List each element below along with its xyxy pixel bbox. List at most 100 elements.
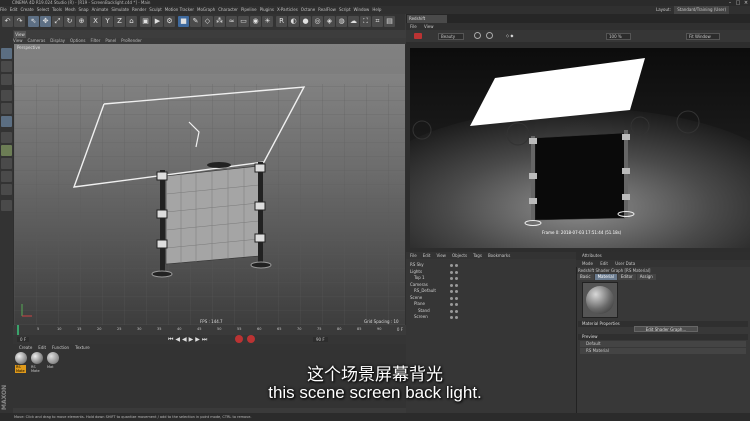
redshift-renderview-icon[interactable]: ▤ [384,16,395,27]
last-tool-icon[interactable]: ⊕ [76,16,87,27]
menu-mesh[interactable]: Mesh [65,6,76,14]
array-icon[interactable]: ⁂ [214,16,225,27]
tweak-mode-icon[interactable] [1,145,12,156]
snapshot-icon[interactable]: ◇ ◆ [506,33,513,38]
snap-icon[interactable] [1,200,12,211]
tab-basic[interactable]: Basic [577,274,594,280]
object-visibility-dots[interactable] [450,315,460,321]
redshift-camera-icon[interactable]: ◎ [312,16,323,27]
current-frame-field[interactable]: 0 F [17,337,30,342]
redshift-sky-icon[interactable]: ☁ [348,16,359,27]
om-menu-bookmarks[interactable]: Bookmarks [488,253,510,258]
points-mode-icon[interactable] [1,90,12,101]
object-row[interactable]: RS_Default [408,288,574,294]
attr-row-rs-material[interactable]: RS Material [580,348,746,354]
undo-icon[interactable]: ↶ [2,16,13,27]
viewport-solo-icon[interactable] [1,158,12,169]
model-mode-icon[interactable] [1,48,12,59]
render-view-tab[interactable]: Redshift RenderView [407,15,447,29]
aov-select[interactable]: Beauty [438,33,465,40]
object-row[interactable]: Scene [408,295,574,301]
menu-snap[interactable]: Snap [78,6,88,14]
redshift-icon[interactable]: R [276,16,287,27]
y-axis-icon[interactable]: Y [102,16,113,27]
zoom-field[interactable]: 100 % [606,33,631,40]
menu-create[interactable]: Create [20,6,33,14]
color-picker-icon[interactable] [474,32,481,39]
cube-icon[interactable]: ■ [178,16,189,27]
redshift-tag-icon[interactable]: ⌗ [372,16,383,27]
menu-simulate[interactable]: Simulate [111,6,129,14]
attr-row-default[interactable]: Default [580,341,746,347]
x-axis-icon[interactable]: X [90,16,101,27]
menu-tools[interactable]: Tools [52,6,62,14]
om-menu-view[interactable]: View [436,253,446,258]
attr-menu-userdata[interactable]: User Data [615,261,635,266]
object-row[interactable]: RS Sky [408,262,574,268]
material-menu-texture[interactable]: Texture [75,345,90,350]
workplane-mode-icon[interactable] [1,74,12,85]
redshift-light-icon[interactable]: ◐ [288,16,299,27]
live-select-icon[interactable]: ⇖ [28,16,39,27]
autokey-icon[interactable] [247,335,255,343]
record-icon[interactable] [235,335,243,343]
om-menu-tags[interactable]: Tags [473,253,482,258]
menu-edit[interactable]: Edit [10,6,18,14]
material-menu-edit[interactable]: Edit [38,345,46,350]
coordinate-system-icon[interactable]: ⌂ [126,16,137,27]
viewport-menu-filter[interactable]: Filter [90,38,100,43]
object-row[interactable]: Plane [408,301,574,307]
z-axis-icon[interactable]: Z [114,16,125,27]
enable-axis-icon[interactable] [1,132,12,143]
fit-select[interactable]: Fit Window [686,33,720,40]
rotate-tool-icon[interactable]: ↻ [64,16,75,27]
viewport-tab[interactable]: View [14,31,26,38]
viewport-menu-panel[interactable]: Panel [105,38,116,43]
deformer-icon[interactable]: ≈ [226,16,237,27]
subdivision-icon[interactable]: ◇ [202,16,213,27]
menu-plugins[interactable]: Plugins [260,6,274,14]
menu-motion-tracker[interactable]: Motion Tracker [165,6,194,14]
menu-sculpt[interactable]: Sculpt [149,6,162,14]
menu-octane[interactable]: Octane [301,6,315,14]
redshift-proxy-icon[interactable]: ◈ [324,16,335,27]
object-row[interactable]: Cameras [408,282,574,288]
viewport-menu-view[interactable]: View [13,38,23,43]
light-icon[interactable]: ☀ [262,16,273,27]
object-row[interactable]: Top 1 [408,275,574,281]
rv-menu-file[interactable]: File [410,24,417,29]
texture-mode-icon[interactable] [1,61,12,72]
camera-icon[interactable]: ◉ [250,16,261,27]
menu-render[interactable]: Render [132,6,146,14]
floor-icon[interactable]: ▭ [238,16,249,27]
playback-controls[interactable]: ⏮◀◀▶▶⏭ [168,336,209,344]
om-menu-edit[interactable]: Edit [423,253,431,258]
menu-x-particles[interactable]: X-Particles [277,6,298,14]
render-settings-icon[interactable]: ⚙ [164,16,175,27]
menu-window[interactable]: Window [354,6,370,14]
timeline[interactable]: 051015202530354045505560657075808590 0 F [13,325,406,335]
render-image[interactable]: Frame 0: 2018-07-03 17:51:44 (51.18s) [410,48,750,248]
scale-tool-icon[interactable]: ⤢ [52,16,63,27]
render-view-icon[interactable]: ▣ [140,16,151,27]
viewport-menu-display[interactable]: Display [50,38,65,43]
render-start-icon[interactable] [414,33,422,39]
menu-select[interactable]: Select [37,6,49,14]
rv-menu-view[interactable]: View [424,24,434,29]
locked-workplane-icon[interactable] [1,171,12,182]
exposure-icon[interactable] [486,32,493,39]
object-row[interactable]: Lights [408,269,574,275]
menu-help[interactable]: Help [372,6,381,14]
redo-icon[interactable]: ↷ [14,16,25,27]
menu-character[interactable]: Character [218,6,238,14]
edges-mode-icon[interactable] [1,103,12,114]
tab-editor[interactable]: Editor [617,274,636,280]
tab-assign[interactable]: Assign [636,274,656,280]
edit-shader-graph-button[interactable]: Edit Shader Graph... [634,326,698,332]
menu-realflow[interactable]: RealFlow [318,6,336,14]
om-menu-file[interactable]: File [410,253,417,258]
tab-material[interactable]: Material [594,274,617,280]
attr-menu-edit[interactable]: Edit [600,261,608,266]
viewport-menu-cameras[interactable]: Cameras [28,38,46,43]
redshift-material-icon[interactable]: ● [300,16,311,27]
